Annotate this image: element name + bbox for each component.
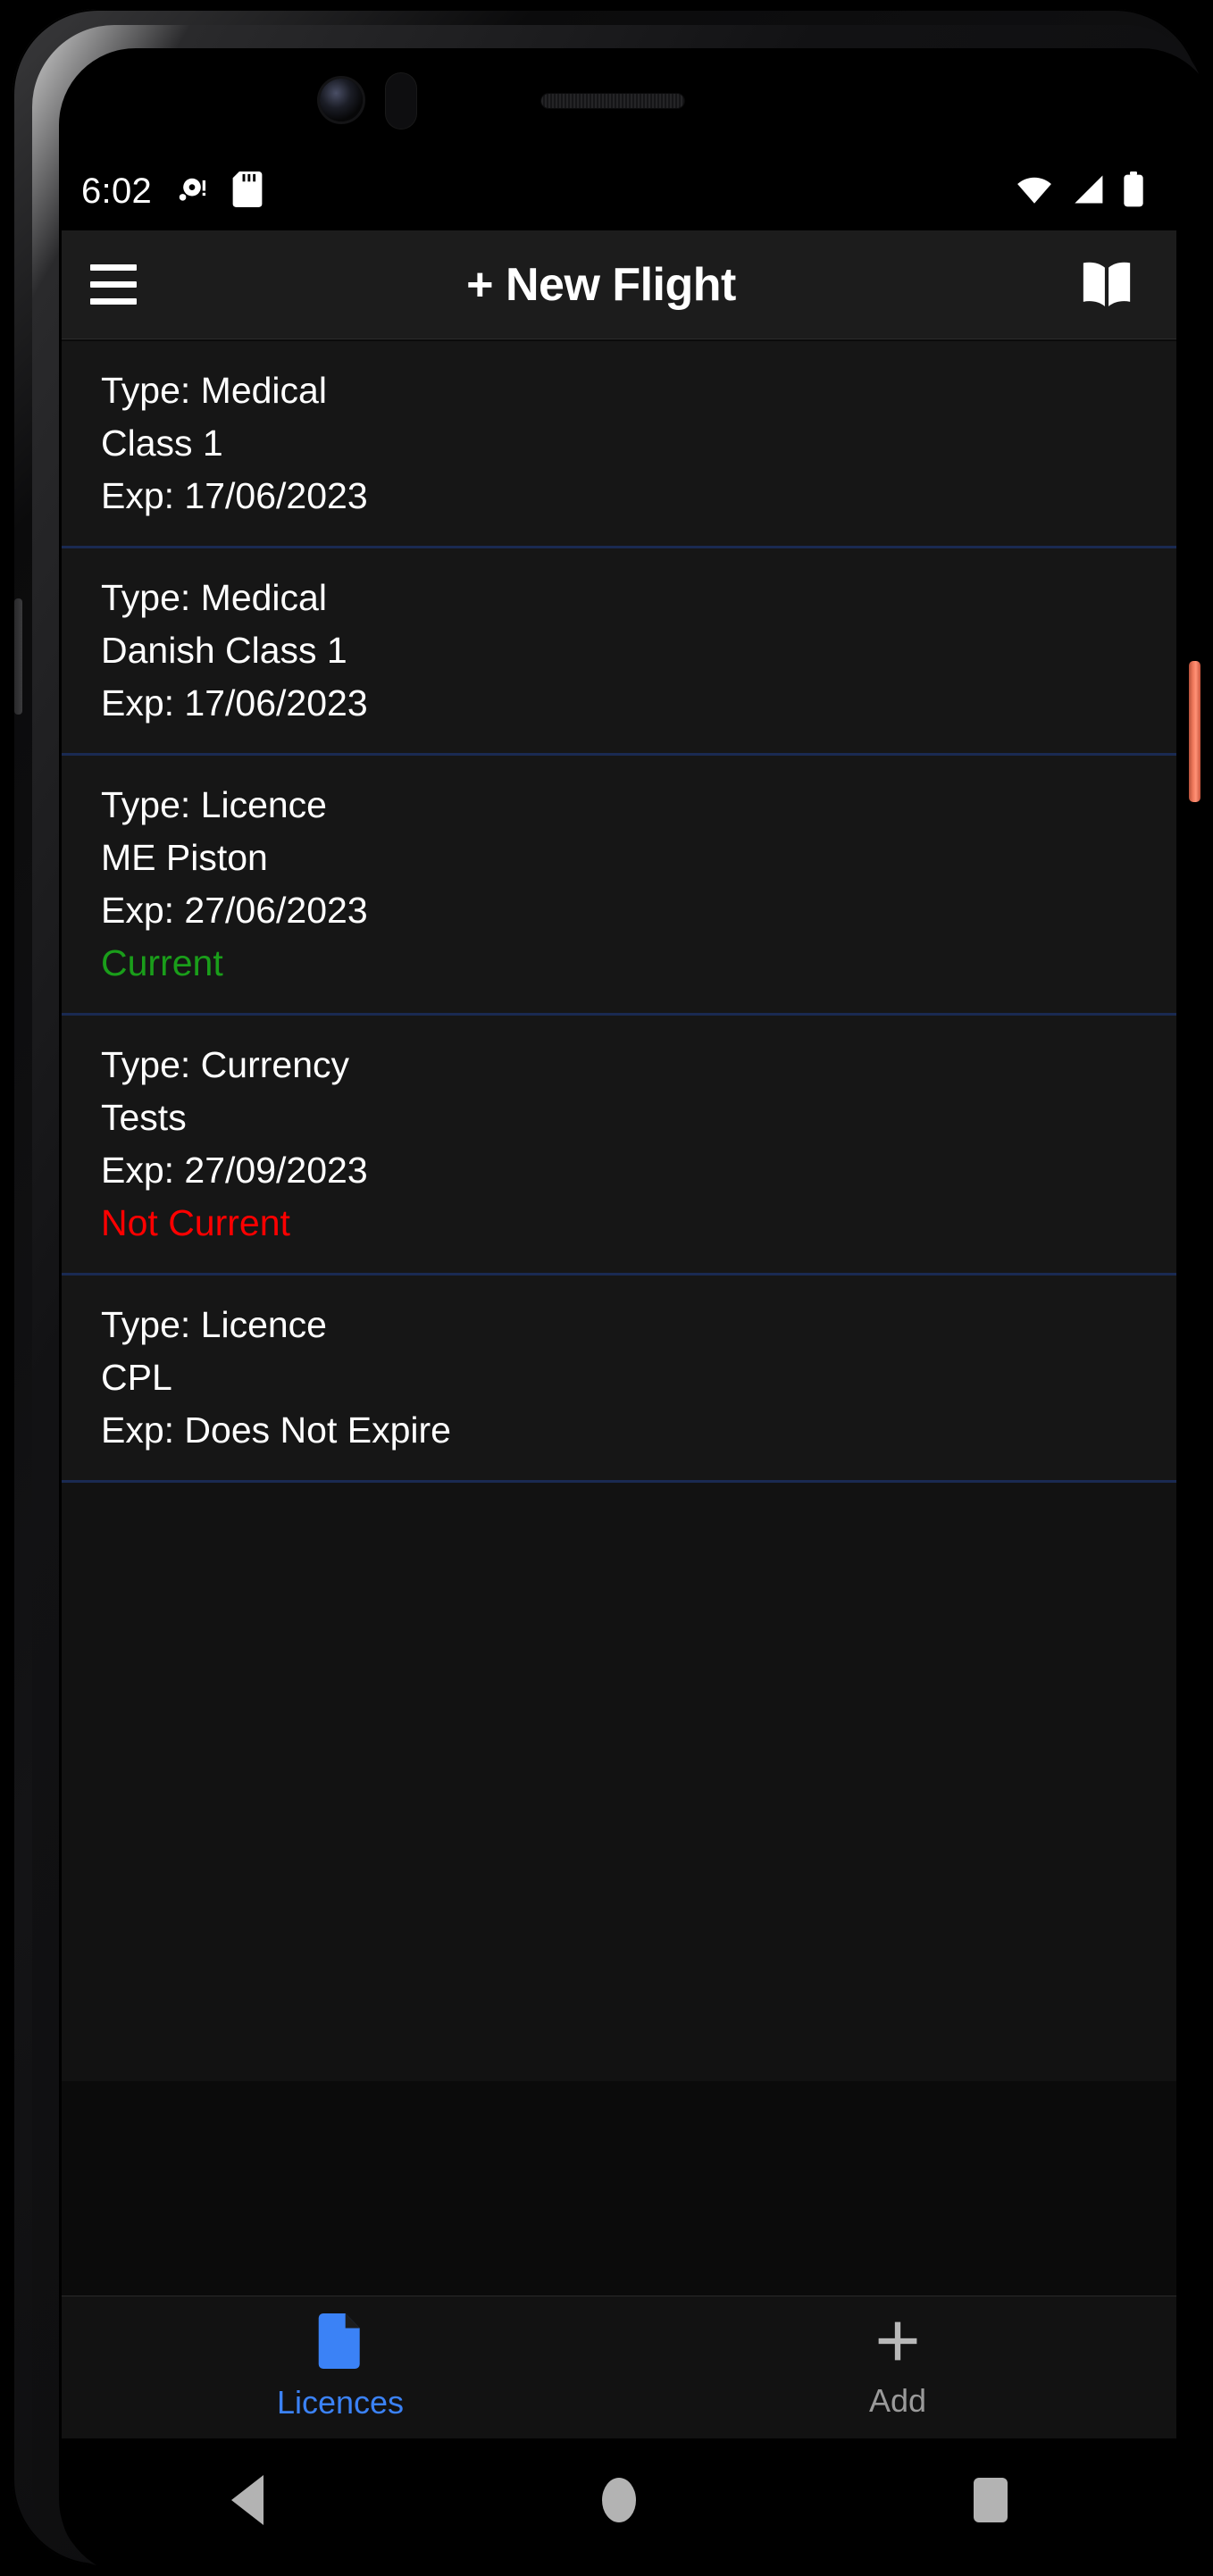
item-name-line: Tests	[101, 1097, 187, 1138]
recents-glyph	[974, 2478, 1008, 2522]
item-name-line: Danish Class 1	[101, 630, 347, 671]
home-circle-icon[interactable]	[565, 2451, 673, 2549]
open-book-icon[interactable]	[1073, 251, 1141, 319]
power-button[interactable]	[1189, 661, 1200, 802]
item-name-line: CPL	[101, 1357, 172, 1398]
status-badge: Current	[101, 942, 223, 983]
document-icon	[317, 2313, 364, 2373]
earpiece-speaker-grille	[541, 94, 684, 108]
list-item[interactable]: Type: Licence ME Piston Exp: 27/06/2023 …	[62, 756, 1176, 1016]
item-expiry-line: Exp: 27/06/2023	[101, 890, 368, 931]
list-item[interactable]: Type: Medical Class 1 Exp: 17/06/2023	[62, 339, 1176, 548]
item-expiry-line: Exp: 17/06/2023	[101, 475, 368, 516]
plus-icon	[874, 2315, 922, 2371]
status-bar-clock: 6:02	[81, 171, 153, 211]
item-expiry-line: Exp: Does Not Expire	[101, 1409, 451, 1451]
phone-device-frame: 6:02 + New Flight Type: Medical Class 1 …	[13, 9, 1213, 2576]
tab-add-label: Add	[868, 2382, 927, 2419]
item-type-line: Type: Licence	[101, 1304, 327, 1345]
proximity-sensor	[386, 73, 416, 129]
app-bar: + New Flight	[62, 230, 1176, 339]
tab-licences-label: Licences	[276, 2384, 405, 2421]
bottom-navigation-bar: Licences Add	[62, 2296, 1176, 2438]
item-type-line: Type: Medical	[101, 370, 327, 411]
recents-square-icon[interactable]	[937, 2451, 1044, 2549]
notification-dot-icon	[175, 172, 209, 211]
front-camera-lens	[320, 79, 363, 121]
back-glyph	[231, 2475, 264, 2525]
sd-card-icon	[232, 171, 263, 212]
licence-list: Type: Medical Class 1 Exp: 17/06/2023 Ty…	[62, 339, 1176, 2081]
item-type-line: Type: Medical	[101, 577, 327, 618]
cellular-signal-icon	[1071, 173, 1105, 210]
tab-add[interactable]: Add	[619, 2315, 1176, 2420]
battery-icon	[1123, 171, 1144, 212]
status-badge: Not Current	[101, 1202, 290, 1243]
status-bar: 6:02	[62, 152, 1176, 230]
list-item[interactable]: Type: Currency Tests Exp: 27/09/2023 Not…	[62, 1016, 1176, 1275]
item-type-line: Type: Licence	[101, 784, 327, 825]
item-expiry-line: Exp: 17/06/2023	[101, 682, 368, 723]
item-type-line: Type: Currency	[101, 1044, 349, 1085]
volume-button[interactable]	[14, 598, 22, 715]
home-glyph	[602, 2478, 636, 2522]
phone-screen: 6:02 + New Flight Type: Medical Class 1 …	[62, 152, 1176, 2438]
list-item[interactable]: Type: Medical Danish Class 1 Exp: 17/06/…	[62, 548, 1176, 756]
status-bar-right-group	[1016, 171, 1144, 212]
list-item[interactable]: Type: Licence CPL Exp: Does Not Expire	[62, 1275, 1176, 1483]
item-expiry-line: Exp: 27/09/2023	[101, 1150, 368, 1191]
tab-licences[interactable]: Licences	[62, 2313, 619, 2421]
status-bar-left-group: 6:02	[81, 171, 263, 212]
wifi-icon	[1016, 173, 1053, 210]
back-triangle-icon[interactable]	[194, 2451, 301, 2549]
item-name-line: ME Piston	[101, 837, 268, 878]
page-title: + New Flight	[466, 258, 736, 311]
item-name-line: Class 1	[101, 422, 223, 464]
android-system-nav-bar	[62, 2438, 1176, 2562]
